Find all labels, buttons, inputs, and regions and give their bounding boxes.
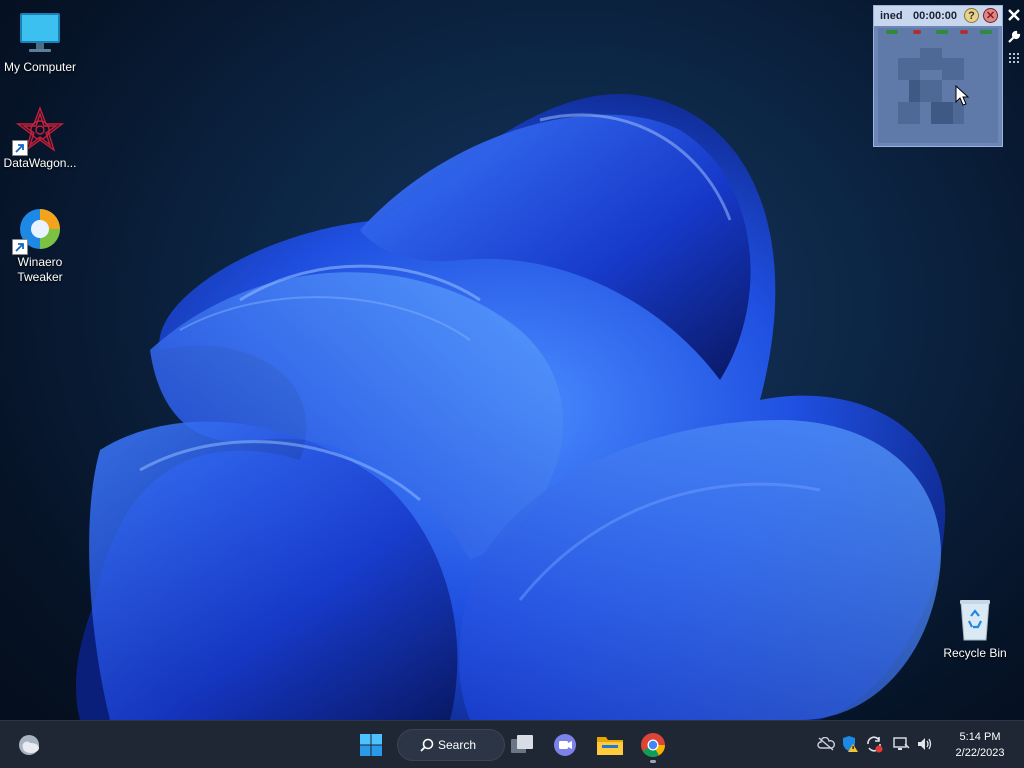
clock-time: 5:14 PM bbox=[959, 731, 1001, 743]
recorder-name: ined bbox=[880, 10, 903, 22]
recorder-timer: 00:00:00 bbox=[913, 10, 958, 22]
close-icon[interactable] bbox=[1004, 5, 1024, 25]
network-icon[interactable] bbox=[892, 735, 910, 753]
recorder-preview bbox=[878, 28, 998, 143]
wrench-icon[interactable] bbox=[1004, 27, 1024, 47]
recorder-widget[interactable]: ined 00:00:00 ? ✕ bbox=[873, 5, 1003, 147]
onedrive-icon[interactable] bbox=[817, 735, 835, 753]
teams-icon bbox=[554, 734, 576, 756]
weather-widget-button[interactable] bbox=[9, 725, 49, 765]
chrome-icon bbox=[641, 733, 665, 758]
defender-warning-icon[interactable] bbox=[841, 735, 859, 753]
desktop-icon-datawagon[interactable]: DataWagon... bbox=[0, 106, 80, 171]
shortcut-arrow-icon bbox=[12, 239, 28, 255]
grid-icon[interactable] bbox=[1004, 49, 1024, 69]
winaero-tweaker-icon bbox=[12, 205, 64, 255]
update-sync-icon[interactable] bbox=[865, 735, 883, 753]
chrome-button[interactable] bbox=[633, 725, 673, 765]
desktop-icon-winaero-tweaker[interactable]: Winaero Tweaker bbox=[0, 205, 80, 285]
help-button[interactable]: ? bbox=[964, 8, 979, 23]
file-explorer-icon bbox=[597, 737, 623, 755]
task-view-icon bbox=[511, 735, 533, 753]
datawagon-icon bbox=[12, 106, 65, 156]
task-view-button[interactable] bbox=[502, 725, 542, 765]
monitor-icon bbox=[16, 10, 64, 58]
recorder-title-bar[interactable]: ined 00:00:00 ? ✕ bbox=[874, 6, 1002, 26]
taskbar: Search 5:14 PM 2/22/2023 bbox=[0, 720, 1024, 768]
desktop-icon-my-computer[interactable]: My Computer bbox=[0, 10, 80, 75]
shortcut-arrow-icon bbox=[12, 140, 28, 156]
clock-date: 2/22/2023 bbox=[955, 747, 1005, 759]
weather-icon bbox=[19, 735, 39, 755]
taskbar-clock[interactable]: 5:14 PM 2/22/2023 bbox=[940, 729, 1020, 761]
desktop-icon-recycle-bin[interactable]: Recycle Bin bbox=[935, 596, 1015, 661]
stop-button[interactable]: ✕ bbox=[983, 8, 998, 23]
search-icon bbox=[420, 738, 434, 752]
search-label: Search bbox=[438, 738, 477, 752]
start-button[interactable] bbox=[351, 725, 391, 765]
start-icon bbox=[360, 734, 382, 756]
wallpaper-bloom bbox=[76, 94, 946, 720]
volume-icon[interactable] bbox=[916, 735, 934, 753]
recorder-side-tools bbox=[1004, 5, 1024, 71]
teams-chat-button[interactable] bbox=[545, 725, 585, 765]
recycle-bin-icon bbox=[951, 596, 999, 644]
running-indicator bbox=[650, 760, 656, 763]
file-explorer-button[interactable] bbox=[590, 725, 630, 765]
taskbar-search-button[interactable]: Search bbox=[397, 729, 505, 761]
